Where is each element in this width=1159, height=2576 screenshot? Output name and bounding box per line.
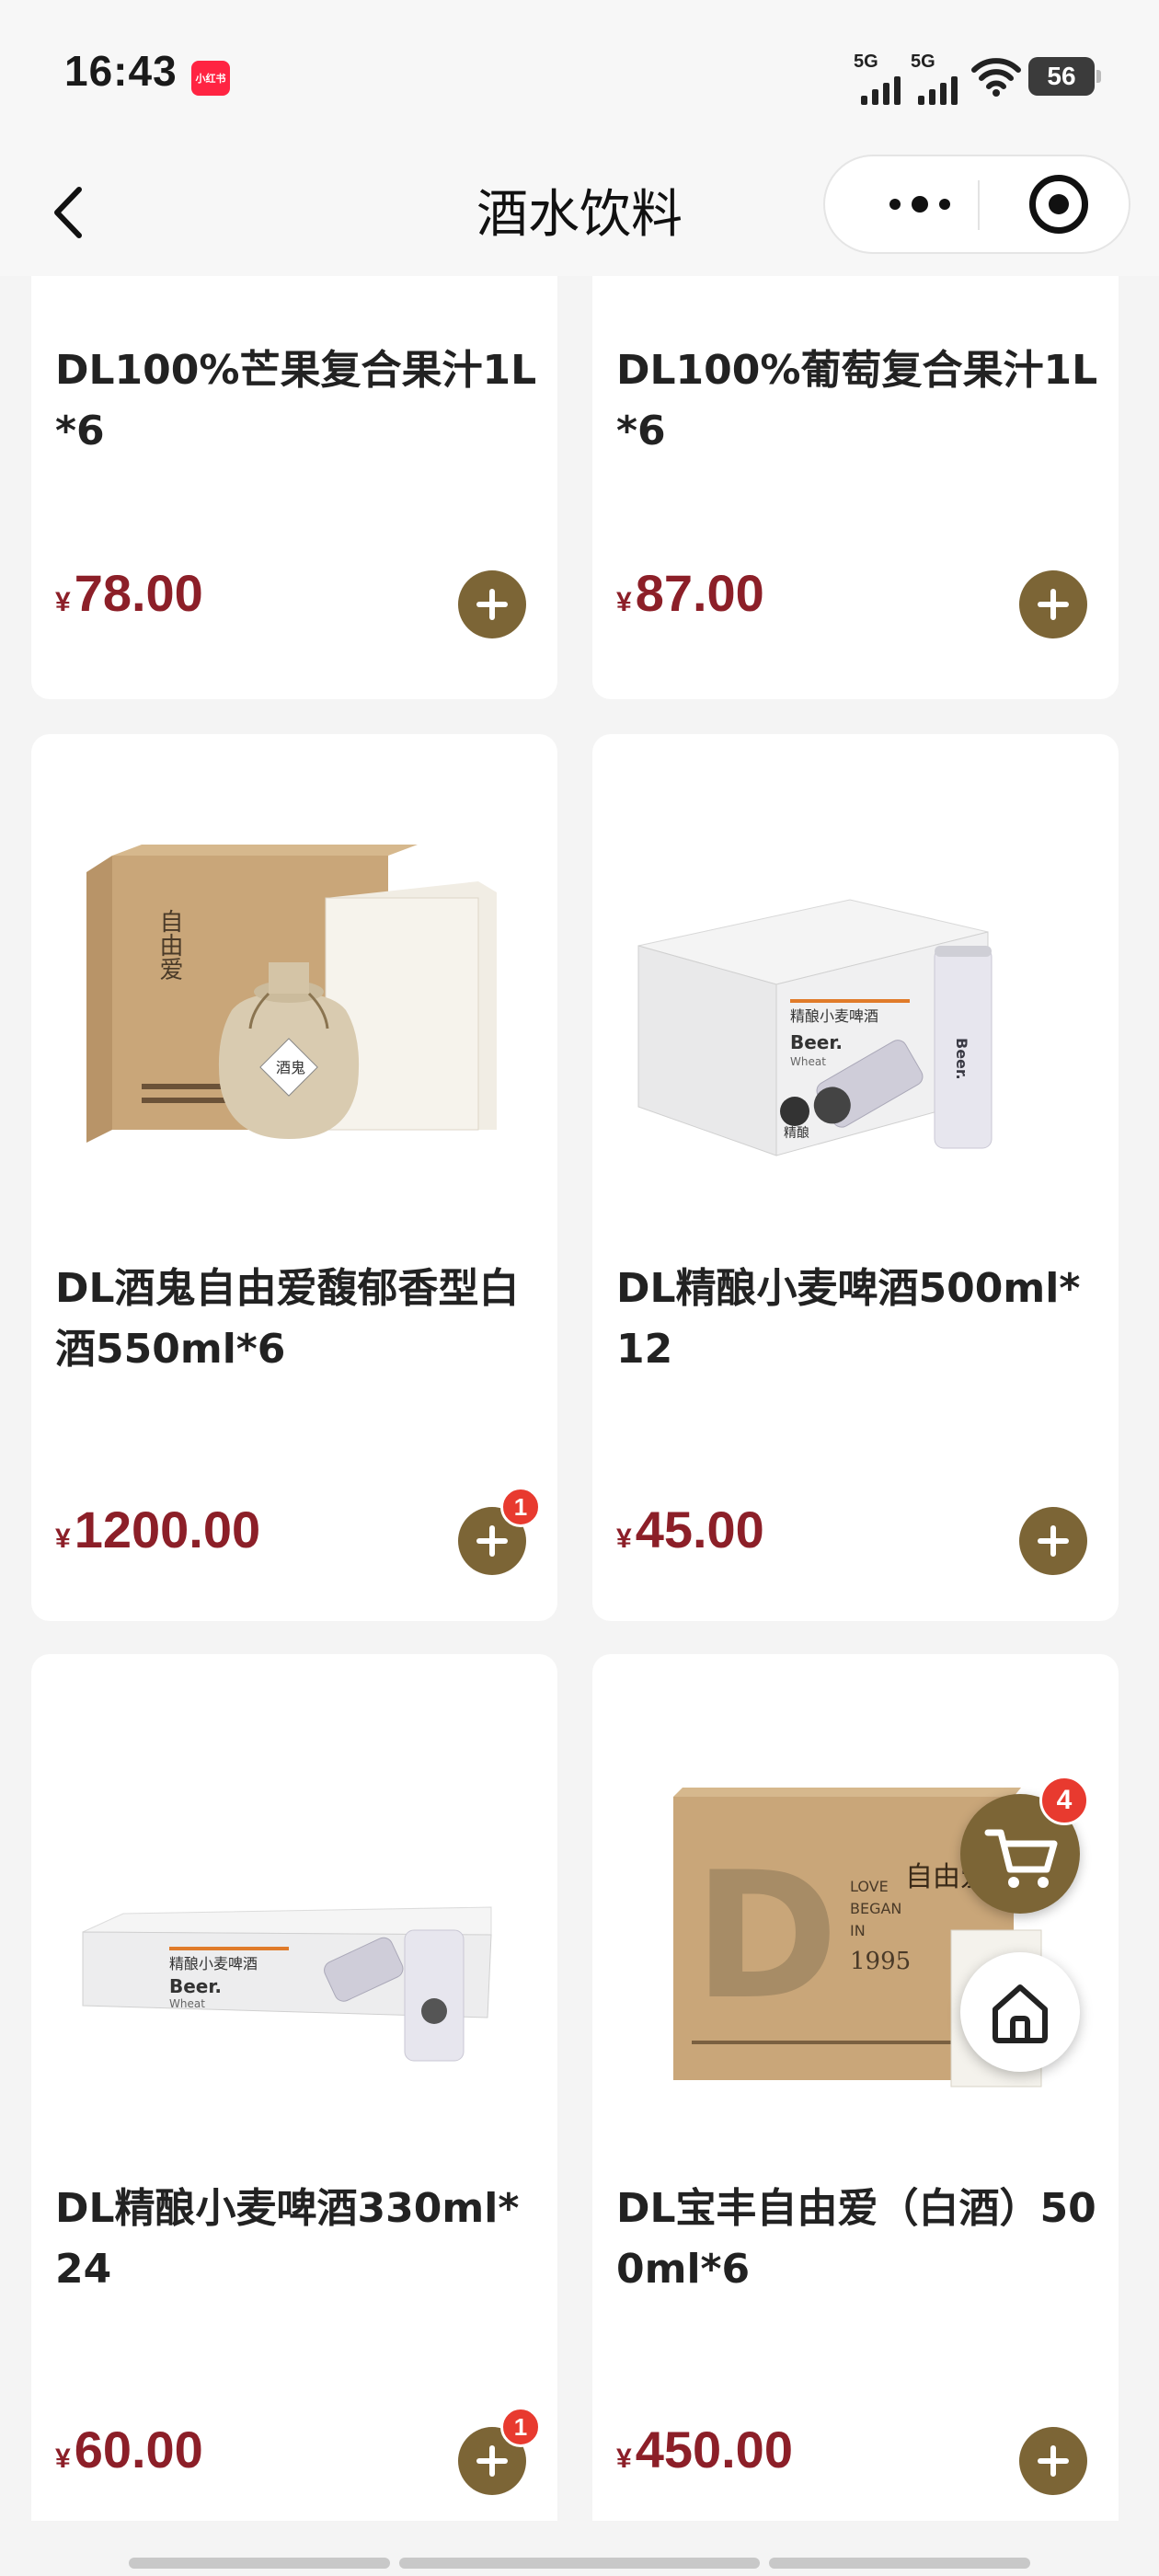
svg-text:精酿小麦啤酒: 精酿小麦啤酒 (790, 1007, 878, 1025)
xiaohongshu-app-icon: 小红书 (191, 61, 230, 96)
svg-text:D: D (694, 1834, 839, 2038)
product-image-beer-330ml: 精酿小麦啤酒 Beer. Wheat (82, 1906, 492, 2062)
product-image-beer-500ml: 精酿小麦啤酒 Beer. Wheat 精酿 Beer. (637, 899, 993, 1156)
product-name: DL精酿小麦啤酒330ml*24 (55, 2185, 520, 2293)
product-price: ¥45.00 (616, 1501, 764, 1558)
product-image-jiugui-liquor: 自由爱 酒鬼 (86, 845, 497, 1143)
svg-text:Beer.: Beer. (169, 1975, 222, 1997)
product-price: ¥450.00 (616, 2421, 793, 2478)
product-name: DL宝丰自由爱（白酒）500ml*6 (616, 2185, 1096, 2293)
product-name: DL100%葡萄复合果汁1L*6 (616, 347, 1098, 454)
home-button[interactable] (960, 1952, 1080, 2072)
battery-icon: 56 (1028, 57, 1101, 96)
svg-text:LOVE: LOVE (850, 1878, 889, 1895)
product-name: DL酒鬼自由爱馥郁香型白酒550ml*6 (55, 1265, 520, 1373)
status-bar: 16:43 小红书 5G 5G 56 (0, 0, 1159, 147)
close-miniprogram-icon[interactable] (1029, 175, 1088, 234)
product-card[interactable]: 精酿小麦啤酒 Beer. Wheat 精酿 Beer. DL精酿小麦啤酒500m… (592, 734, 1119, 1621)
scroll-indicator (399, 2558, 760, 2569)
add-to-cart-button[interactable] (1019, 2427, 1087, 2495)
add-to-cart-button[interactable] (1019, 1507, 1087, 1575)
wifi-icon (971, 58, 1021, 97)
svg-text:Beer.: Beer. (953, 1038, 970, 1080)
capsule-divider (978, 180, 980, 230)
svg-text:酒鬼: 酒鬼 (276, 1059, 305, 1076)
product-card[interactable]: DL100%芒果复合果汁1L*6 ¥78.00 (31, 276, 557, 699)
scroll-indicator (129, 2558, 390, 2569)
svg-text:Wheat: Wheat (169, 1997, 205, 2010)
product-card[interactable]: 精酿小麦啤酒 Beer. Wheat DL精酿小麦啤酒330ml*24 ¥60.… (31, 1654, 557, 2521)
product-price: ¥87.00 (616, 564, 764, 622)
svg-text:精酿: 精酿 (784, 1126, 809, 1141)
miniprogram-capsule (823, 155, 1130, 254)
product-card[interactable]: DL100%葡萄复合果汁1L*6 ¥87.00 (592, 276, 1119, 699)
product-name: DL精酿小麦啤酒500ml*12 (616, 1265, 1081, 1373)
scroll-indicator (769, 2558, 1030, 2569)
product-card[interactable]: D LOVE BEGAN IN 1995 自由爱 DL宝丰自由爱（白酒）500m… (592, 1654, 1119, 2521)
nav-bar: 酒水饮料 (0, 147, 1159, 276)
svg-text:Beer.: Beer. (790, 1031, 843, 1053)
product-price: ¥78.00 (55, 564, 203, 622)
cart-quantity-badge: 1 (500, 1487, 541, 1527)
product-grid: DL100%芒果复合果汁1L*6 ¥78.00 DL100%葡萄复合果汁1L*6… (0, 276, 1159, 2521)
svg-text:BEGAN: BEGAN (850, 1900, 901, 1917)
product-name: DL100%芒果复合果汁1L*6 (55, 347, 537, 454)
more-icon[interactable] (869, 156, 970, 252)
cart-quantity-badge: 1 (500, 2407, 541, 2447)
cart-count-badge: 4 (1039, 1776, 1089, 1825)
svg-text:自由爱: 自由爱 (155, 909, 183, 981)
add-to-cart-button[interactable] (458, 570, 526, 638)
svg-text:1995: 1995 (850, 1948, 911, 1975)
svg-text:IN: IN (850, 1922, 866, 1939)
status-time: 16:43 (64, 47, 178, 95)
svg-text:Wheat: Wheat (790, 1055, 826, 1068)
home-icon (993, 1984, 1048, 2043)
add-to-cart-button[interactable] (1019, 570, 1087, 638)
product-card[interactable]: 自由爱 酒鬼 DL酒鬼自由爱馥郁香型白酒550ml*6 ¥1200.00 1 (31, 734, 557, 1621)
product-price: ¥60.00 (55, 2421, 203, 2478)
svg-text:精酿小麦啤酒: 精酿小麦啤酒 (169, 1955, 258, 1972)
product-price: ¥1200.00 (55, 1501, 261, 1558)
